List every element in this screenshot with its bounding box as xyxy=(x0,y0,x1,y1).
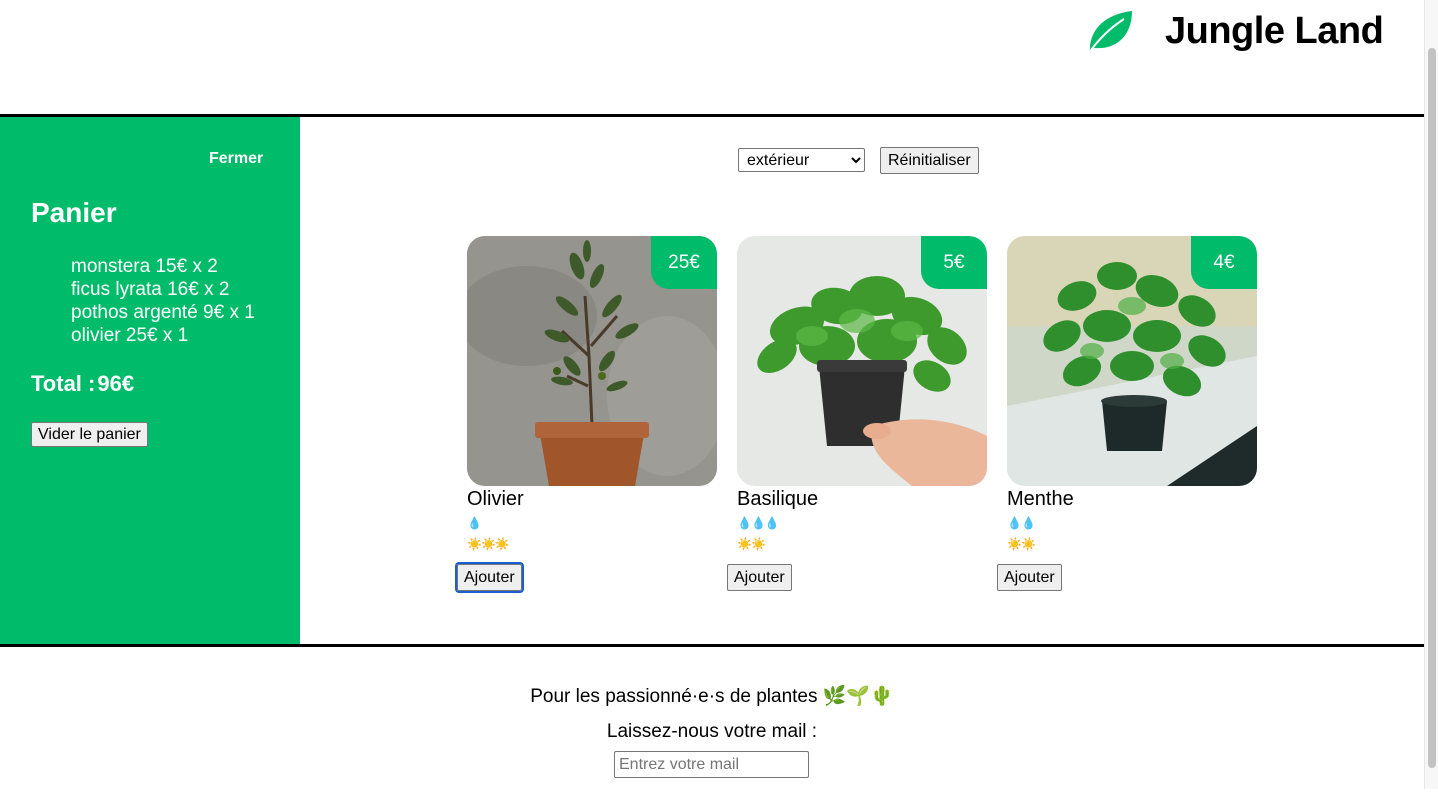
reset-filter-button[interactable]: Réinitialiser xyxy=(880,147,979,174)
price-badge: 4€ xyxy=(1191,236,1257,289)
sun-icon: ☀️☀️☀️ xyxy=(467,537,510,551)
category-select[interactable]: extérieur xyxy=(738,148,865,172)
email-field[interactable] xyxy=(614,751,809,778)
cart-total-label: Total : xyxy=(31,371,96,396)
plant-name: Menthe xyxy=(1007,488,1074,510)
plant-name: Olivier xyxy=(467,488,524,510)
plant-name: Basilique xyxy=(737,488,819,510)
plant-image-basilique: 5€ xyxy=(737,236,987,486)
footer-mail-label: Laissez-nous votre mail : xyxy=(606,721,818,742)
plant-card: 25€ Olivier 💧 ☀️☀️☀️ Ajouter xyxy=(455,236,717,593)
cart-item: pothos argenté 9€ x 1 xyxy=(71,302,255,323)
add-to-cart-button[interactable]: Ajouter xyxy=(455,562,524,593)
water-icon: 💧💧 xyxy=(1007,516,1036,530)
price-badge: 25€ xyxy=(651,236,717,289)
cart-item: olivier 25€ x 1 xyxy=(71,325,189,346)
cart-title: Panier xyxy=(31,197,117,228)
cart-panel: Fermer Panier monstera 15€ x 2 ficus lyr… xyxy=(0,117,300,644)
empty-cart-button[interactable]: Vider le panier xyxy=(31,422,148,447)
vertical-scrollbar[interactable] xyxy=(1424,0,1438,789)
footer-tagline: Pour les passionné·e·s de plantes 🌿🌱🌵 xyxy=(530,686,894,707)
sun-icon: ☀️☀️ xyxy=(1007,537,1036,551)
cart-items-list: monstera 15€ x 2 ficus lyrata 16€ x 2 po… xyxy=(71,255,255,347)
leaf-icon xyxy=(1088,11,1132,54)
add-to-cart-button[interactable]: Ajouter xyxy=(997,564,1062,591)
water-icon: 💧 xyxy=(467,516,482,530)
cart-total: Total :96€ xyxy=(31,371,134,397)
cart-item: ficus lyrata 16€ x 2 xyxy=(71,279,230,300)
shopping-list: extérieur Réinitialiser 25€ Olivier 💧 ☀️… xyxy=(300,117,1424,644)
plant-card: 5€ Basilique 💧💧💧 ☀️☀️ Ajouter xyxy=(727,236,987,591)
scrollbar-thumb[interactable] xyxy=(1428,48,1436,768)
add-to-cart-button[interactable]: Ajouter xyxy=(727,564,792,591)
price-badge: 5€ xyxy=(921,236,987,289)
page-header: Jungle Land xyxy=(0,0,1424,117)
brand-title: Jungle Land xyxy=(1165,10,1384,52)
plant-image-menthe: 4€ xyxy=(1007,236,1257,486)
close-cart-button[interactable]: Fermer xyxy=(209,150,263,168)
water-icon: 💧💧💧 xyxy=(737,516,780,530)
cart-total-value: 96€ xyxy=(97,371,135,396)
plant-image-olivier: 25€ xyxy=(467,236,717,486)
sun-icon: ☀️☀️ xyxy=(737,537,766,551)
cart-item: monstera 15€ x 2 xyxy=(71,256,218,277)
page-footer: Pour les passionné·e·s de plantes 🌿🌱🌵 La… xyxy=(0,644,1424,792)
plant-card: 4€ Menthe 💧💧 ☀️☀️ Ajouter xyxy=(997,236,1257,591)
